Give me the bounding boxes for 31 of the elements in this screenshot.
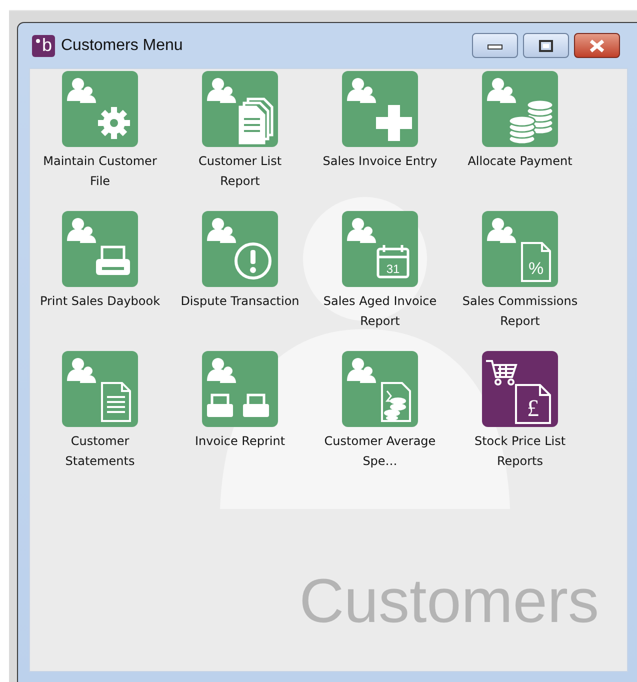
close-icon [588, 38, 606, 52]
people-calendar-icon: 31 [342, 211, 418, 287]
menu-item-button[interactable]: Maintain Customer File [30, 69, 170, 209]
maximize-icon [539, 40, 553, 52]
menu-item-button[interactable]: Customer Average Spe… [310, 349, 450, 489]
window-title: Customers Menu [61, 36, 183, 54]
menu-item-button[interactable]: Print Sales Daybook [30, 209, 170, 349]
app-icon: b [32, 34, 55, 56]
menu-item-button[interactable]: Sales Invoice Entry [310, 69, 450, 209]
people-coins-icon [482, 71, 558, 147]
people-printer-icon [62, 211, 138, 287]
menu-item-button[interactable]: Allocate Payment [450, 69, 590, 209]
people-alert-icon [202, 211, 278, 287]
minimize-button[interactable] [472, 33, 518, 58]
people-coins-document-icon [342, 351, 418, 427]
menu-item-button[interactable]: Dispute Transaction [170, 209, 310, 349]
menu-item-button[interactable]: 31 Sales Aged Invoice Report [310, 209, 450, 349]
menu-item-button[interactable]: Customer Statements [30, 349, 170, 489]
menu-item-button[interactable]: % Sales Commissions Report [450, 209, 590, 349]
people-documents-icon [202, 71, 278, 147]
people-gear-icon [62, 71, 138, 147]
menu-item-button[interactable]: £ Stock Price List Reports [450, 349, 590, 489]
menu-item-button[interactable]: Invoice Reprint [170, 349, 310, 489]
close-button[interactable] [574, 33, 620, 58]
menu-item-button[interactable]: Customer List Report [170, 69, 310, 209]
people-plus-icon [342, 71, 418, 147]
people-document-icon [62, 351, 138, 427]
people-percent-icon: % [482, 211, 558, 287]
maximize-button[interactable] [523, 33, 569, 58]
minimize-icon [487, 42, 503, 50]
cart-document-icon: £ [482, 351, 558, 427]
